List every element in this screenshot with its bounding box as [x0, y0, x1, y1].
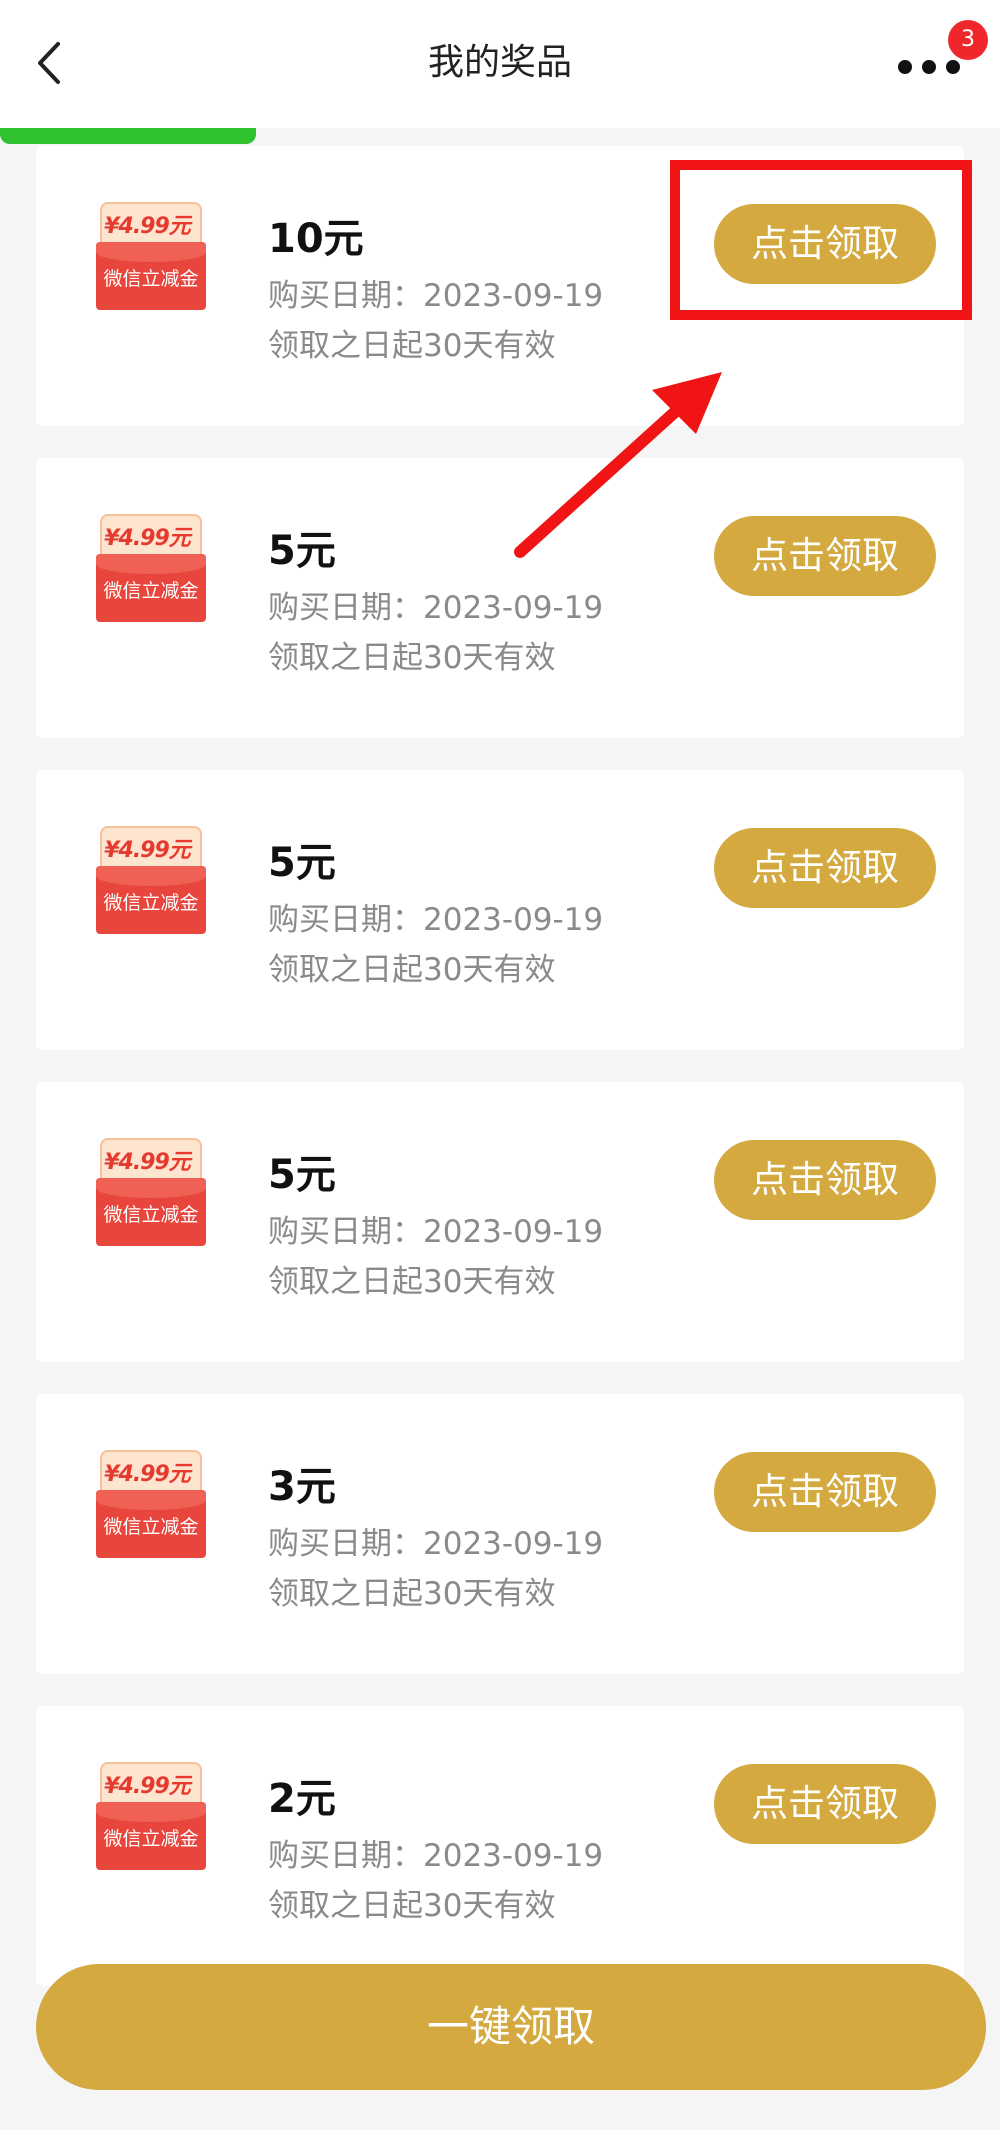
claim-button[interactable]: 点击领取 — [714, 1764, 936, 1844]
prize-amount: 5元 — [268, 1152, 336, 1198]
prize-card: ¥4.99元 微信立减金 3元 购买日期：2023-09-19 领取之日起30天… — [36, 1394, 964, 1674]
purchase-date: 购买日期：2023-09-19 — [268, 590, 604, 626]
coupon-icon: ¥4.99元 微信立减金 — [96, 514, 206, 622]
active-tab-indicator — [0, 128, 256, 144]
claim-button[interactable]: 点击领取 — [714, 516, 936, 596]
highlight-box — [670, 160, 972, 320]
purchase-date: 购买日期：2023-09-19 — [268, 278, 604, 314]
coupon-icon: ¥4.99元 微信立减金 — [96, 826, 206, 934]
prize-amount: 5元 — [268, 840, 336, 886]
validity-note: 领取之日起30天有效 — [268, 952, 556, 988]
prize-card: ¥4.99元 微信立减金 5元 购买日期：2023-09-19 领取之日起30天… — [36, 770, 964, 1050]
validity-note: 领取之日起30天有效 — [268, 328, 556, 364]
claim-button[interactable]: 点击领取 — [714, 828, 936, 908]
claim-button[interactable]: 点击领取 — [714, 1452, 936, 1532]
nav-bar: 我的奖品 3 — [0, 0, 1000, 128]
prize-card: ¥4.99元 微信立减金 5元 购买日期：2023-09-19 领取之日起30天… — [36, 1082, 964, 1362]
claim-all-button[interactable]: 一键领取 — [36, 1964, 986, 2090]
purchase-date: 购买日期：2023-09-19 — [268, 1214, 604, 1250]
purchase-date: 购买日期：2023-09-19 — [268, 1526, 604, 1562]
page-title: 我的奖品 — [427, 42, 572, 83]
purchase-date: 购买日期：2023-09-19 — [268, 902, 604, 938]
validity-note: 领取之日起30天有效 — [268, 1264, 556, 1300]
prize-amount: 5元 — [268, 528, 336, 574]
prize-card: ¥4.99元 微信立减金 2元 购买日期：2023-09-19 领取之日起30天… — [36, 1706, 964, 1986]
coupon-icon: ¥4.99元 微信立减金 — [96, 1138, 206, 1246]
coupon-icon: ¥4.99元 微信立减金 — [96, 1450, 206, 1558]
claim-button[interactable]: 点击领取 — [714, 1140, 936, 1220]
notification-badge: 3 — [948, 20, 988, 60]
validity-note: 领取之日起30天有效 — [268, 640, 556, 676]
prize-amount: 2元 — [268, 1776, 336, 1822]
prize-amount: 10元 — [268, 216, 364, 262]
purchase-date: 购买日期：2023-09-19 — [268, 1838, 604, 1874]
validity-note: 领取之日起30天有效 — [268, 1576, 556, 1612]
pointer-arrow-icon — [514, 372, 722, 558]
coupon-icon: ¥4.99元 微信立减金 — [96, 1762, 206, 1870]
prize-amount: 3元 — [268, 1464, 336, 1510]
validity-note: 领取之日起30天有效 — [268, 1888, 556, 1924]
coupon-icon: ¥4.99元 微信立减金 — [96, 202, 206, 310]
